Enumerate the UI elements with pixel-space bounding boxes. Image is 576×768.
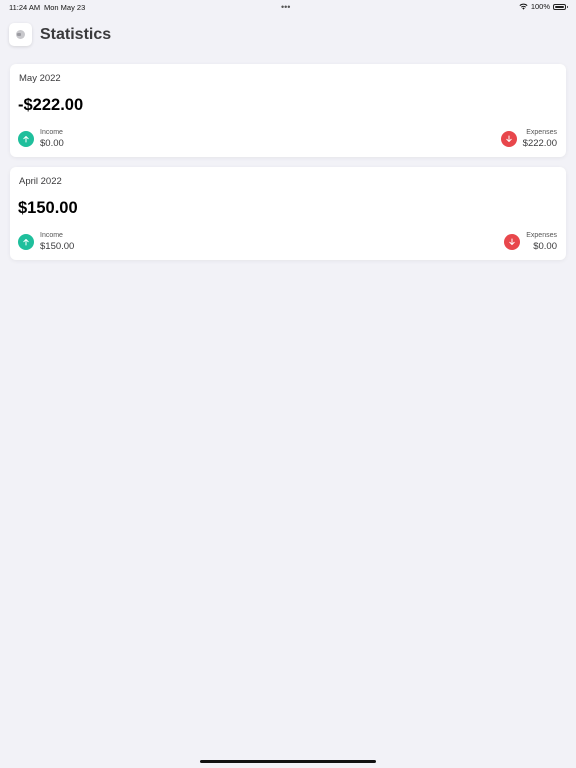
arrow-down-icon (504, 234, 521, 250)
battery-percent: 100% (530, 2, 550, 11)
income-value: $0.00 (40, 138, 64, 149)
income-label: Income (40, 129, 63, 136)
expenses-summary: Expenses $222.00 (500, 128, 557, 150)
month-card-april[interactable]: April 2022 $150.00 Income $150.00 Expens… (10, 167, 566, 260)
status-time: 11:24 AM (9, 3, 41, 12)
arrow-up-icon (18, 131, 34, 147)
sidebar-toggle-button[interactable] (9, 23, 32, 46)
wifi-icon (519, 3, 528, 10)
card-balance: $150.00 (18, 199, 78, 217)
status-date: Mon May 23 (44, 3, 86, 12)
header: Statistics (9, 23, 111, 46)
expenses-summary: Expenses $0.00 (504, 231, 557, 253)
home-indicator[interactable] (200, 760, 376, 763)
page-title: Statistics (40, 25, 112, 43)
expenses-label: Expenses (526, 232, 557, 239)
battery-icon (553, 3, 568, 10)
expenses-value: $222.00 (522, 138, 557, 149)
income-summary: Income $0.00 (18, 128, 64, 150)
status-right: 100% (519, 2, 568, 11)
multitasking-dots-icon[interactable]: ••• (281, 2, 290, 12)
card-month: April 2022 (19, 176, 62, 187)
expenses-label: Expenses (526, 129, 557, 136)
card-balance: -$222.00 (18, 96, 84, 114)
income-value: $150.00 (40, 241, 75, 252)
income-summary: Income $150.00 (18, 231, 74, 253)
income-label: Income (40, 232, 63, 239)
month-card-may[interactable]: May 2022 -$222.00 Income $0.00 Expenses … (10, 64, 566, 157)
card-month: May 2022 (19, 73, 61, 84)
status-bar: 11:24 AM Mon May 23 ••• 100% (0, 0, 576, 14)
sidebar-toggle-icon (16, 30, 25, 39)
arrow-up-icon (18, 234, 34, 250)
arrow-down-icon (500, 131, 517, 147)
expenses-value: $0.00 (533, 241, 557, 252)
